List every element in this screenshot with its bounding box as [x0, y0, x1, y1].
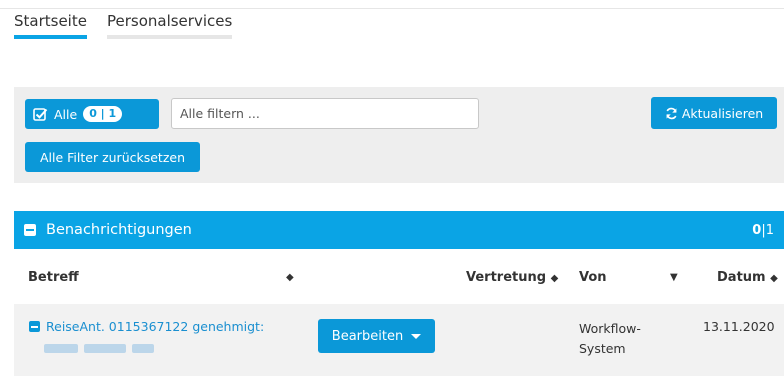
alle-toggle-button[interactable]: Alle 0 | 1: [25, 99, 159, 129]
minus-square-icon[interactable]: [29, 321, 40, 332]
notification-subject-link[interactable]: ReiseAnt. 0115367122 genehmigt:: [46, 319, 264, 334]
column-label-datum: Datum: [717, 270, 766, 285]
sort-icon: ◆: [550, 273, 559, 284]
caret-down-icon[interactable]: ▼: [670, 272, 678, 283]
sort-icon[interactable]: ◆: [286, 272, 294, 283]
von-cell: Workflow- System: [579, 319, 641, 359]
redacted-text: [44, 344, 156, 355]
refresh-label: Aktualisieren: [681, 105, 764, 121]
column-label-betreff: Betreff: [28, 270, 79, 285]
column-label-vertretung: Vertretung: [466, 270, 547, 285]
caret-down-icon: [411, 333, 422, 339]
tab-personalservices[interactable]: Personalservices: [106, 12, 233, 39]
column-header-von[interactable]: Von: [579, 270, 607, 285]
filter-input[interactable]: [171, 98, 479, 129]
panel-count-total: |1: [761, 222, 774, 238]
datum-cell: 13.11.2020: [703, 319, 775, 334]
top-divider: [0, 8, 784, 9]
column-label-von: Von: [579, 270, 607, 285]
panel-count-selected: 0: [752, 222, 762, 238]
checkbox-checked-icon: [33, 107, 48, 121]
filter-bar: Alle 0 | 1 Aktualisieren Alle Filter zur…: [14, 87, 784, 183]
minus-square-icon[interactable]: [24, 224, 36, 236]
von-line-2: System: [579, 341, 626, 356]
reset-filters-button[interactable]: Alle Filter zurücksetzen: [25, 142, 200, 172]
alle-count-badge: 0 | 1: [83, 106, 123, 122]
sort-icon: ◆: [770, 273, 778, 284]
table-row: ReiseAnt. 0115367122 genehmigt: Bearbeit…: [14, 304, 784, 376]
notifications-panel-header[interactable]: Benachrichtigungen 0|1: [14, 211, 784, 249]
edit-button-label: Bearbeiten: [331, 328, 404, 344]
column-header-betreff[interactable]: Betreff: [28, 270, 79, 285]
panel-title: Benachrichtigungen: [46, 222, 192, 238]
panel-count: 0|1: [752, 223, 774, 238]
von-line-1: Workflow-: [579, 321, 641, 336]
column-header-datum[interactable]: Datum ◆: [717, 270, 778, 285]
refresh-button[interactable]: Aktualisieren: [651, 97, 777, 129]
refresh-icon: [665, 107, 678, 120]
alle-label: Alle: [54, 106, 78, 122]
column-header-vertretung[interactable]: Vertretung ◆: [466, 270, 558, 285]
main-tabs: Startseite Personalservices: [14, 12, 233, 39]
tab-startseite[interactable]: Startseite: [14, 12, 87, 39]
edit-dropdown-button[interactable]: Bearbeiten: [318, 319, 435, 353]
